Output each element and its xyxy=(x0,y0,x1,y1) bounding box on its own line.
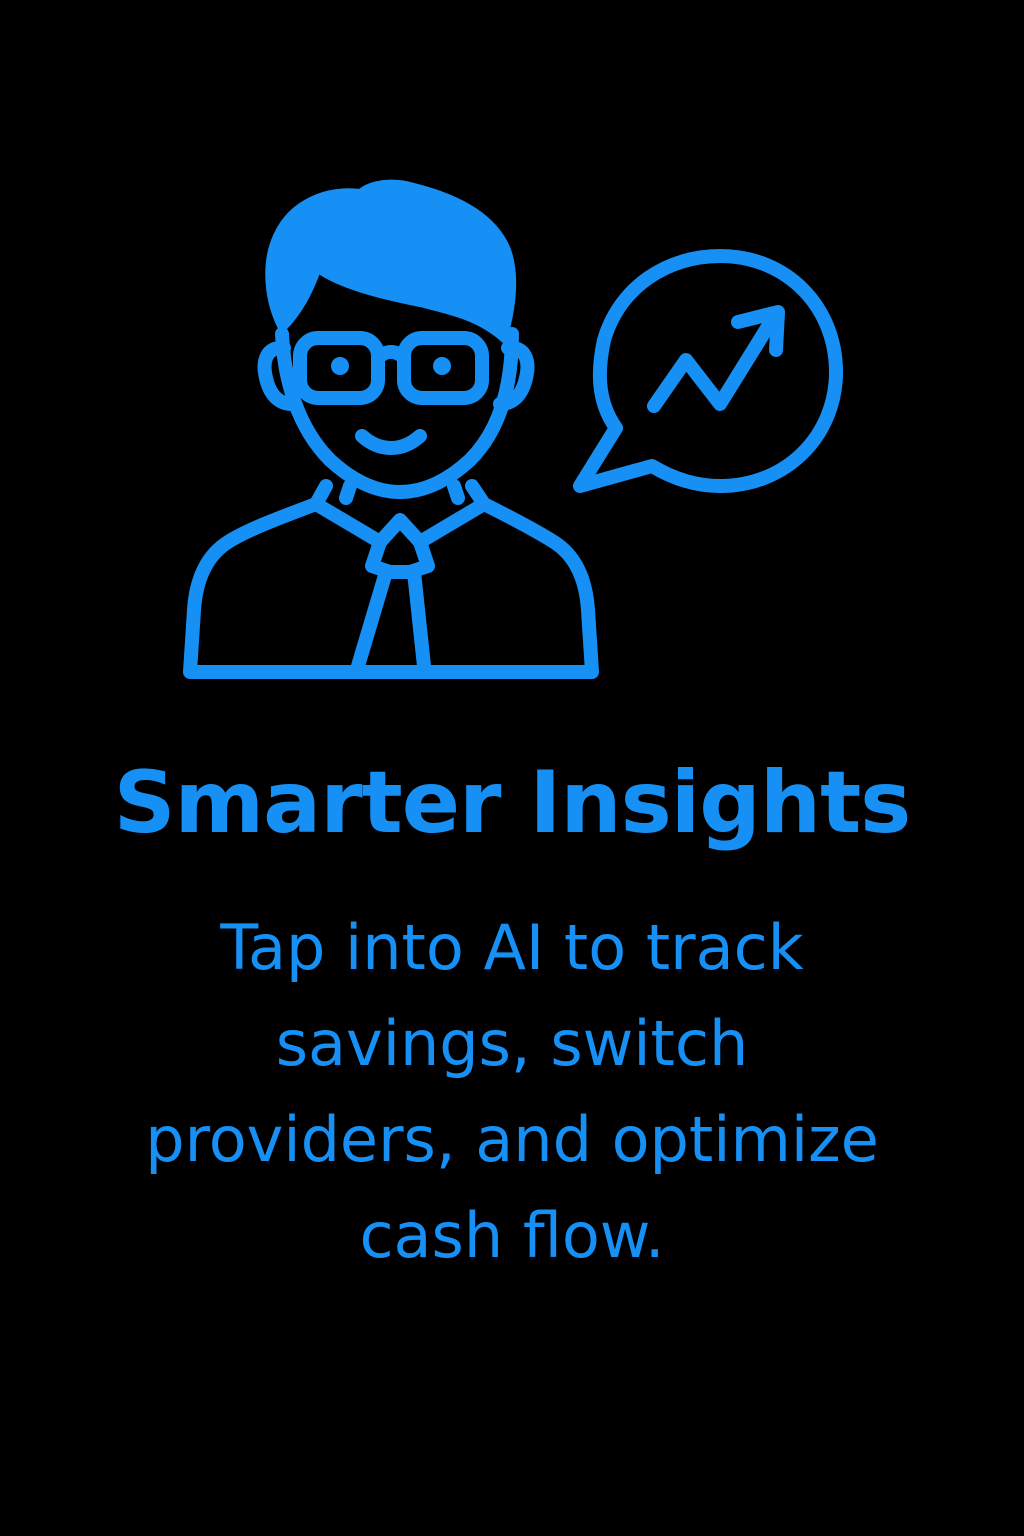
body-line: Tap into AI to track xyxy=(220,911,804,984)
body-line: cash flow. xyxy=(359,1199,665,1272)
headline: Smarter Insights xyxy=(113,753,912,853)
businessman-with-glasses-icon xyxy=(183,179,599,679)
hero-illustration xyxy=(183,179,843,679)
speech-bubble-trend-up-icon xyxy=(573,249,843,493)
body-text: Tap into AI to track savings, switch pro… xyxy=(112,900,912,1284)
body-line: savings, switch xyxy=(275,1007,749,1080)
body-line: providers, and optimize xyxy=(145,1103,879,1176)
